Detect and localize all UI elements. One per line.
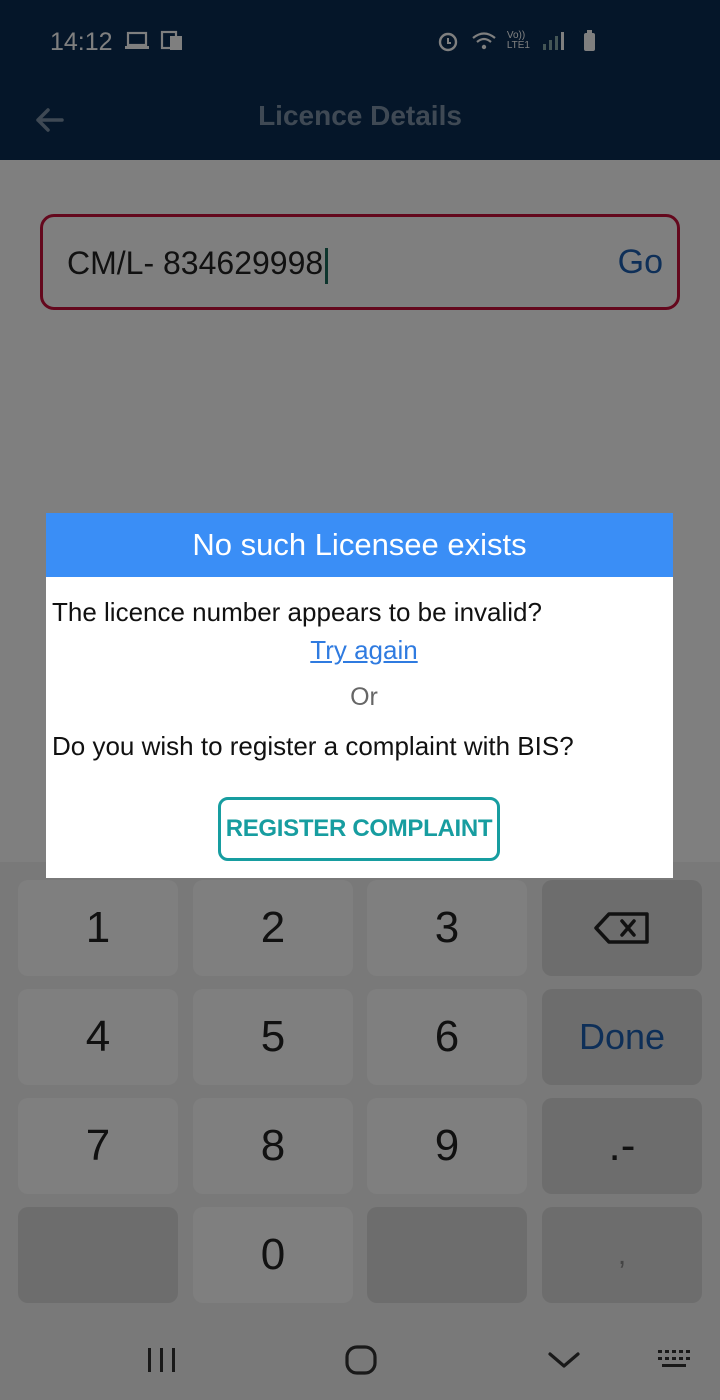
dialog-title: No such Licensee exists: [46, 513, 673, 577]
try-again-link[interactable]: Try again: [46, 635, 682, 666]
no-licensee-dialog: No such Licensee exists The licence numb…: [46, 513, 673, 878]
register-complaint-button[interactable]: REGISTER COMPLAINT: [218, 797, 500, 861]
dialog-question: Do you wish to register a complaint with…: [52, 731, 574, 761]
dialog-message: The licence number appears to be invalid…: [52, 597, 542, 627]
or-separator: Or: [350, 683, 378, 711]
